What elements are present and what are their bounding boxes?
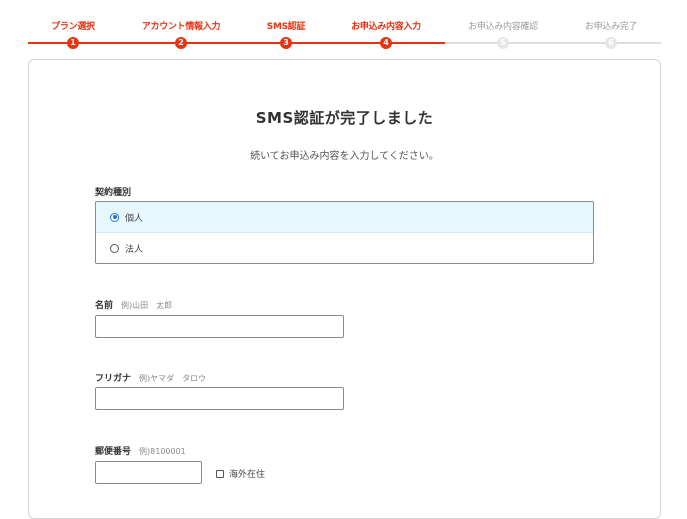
step-label-complete: お申込み完了 xyxy=(584,22,638,32)
postal-code-input[interactable] xyxy=(95,461,202,484)
contract-type-label: 契約種別 xyxy=(95,188,132,198)
contract-type-radio-group: 個人 法人 xyxy=(95,201,594,264)
radio-option-individual[interactable]: 個人 xyxy=(96,202,593,233)
furigana-hint: 例)ヤマダ タロウ xyxy=(139,374,207,383)
step-dot-5: 5 xyxy=(497,37,509,49)
step-label-input: お申込み内容入力 xyxy=(351,22,421,32)
step-dot-3: 3 xyxy=(280,37,292,49)
name-hint: 例)山田 太郎 xyxy=(121,301,173,310)
step-dot-1: 1 xyxy=(67,37,79,49)
furigana-input[interactable] xyxy=(95,387,344,410)
postal-code-label: 郵便番号 例)8100001 xyxy=(95,444,186,457)
furigana-label: フリガナ 例)ヤマダ タロウ xyxy=(95,371,206,384)
radio-option-label: 法人 xyxy=(125,245,144,255)
name-input[interactable] xyxy=(95,315,344,338)
step-dot-6: 6 xyxy=(605,37,617,49)
step-dot-2: 2 xyxy=(175,37,187,49)
page-subtitle: 続いてお申込み内容を入力してください。 xyxy=(250,151,439,162)
checkbox-icon[interactable] xyxy=(216,469,224,478)
radio-unchecked-icon[interactable] xyxy=(110,244,119,253)
radio-option-corporation[interactable]: 法人 xyxy=(96,233,593,263)
progress-stepper: プラン選択 アカウント情報入力 SMS認証 お申込み内容入力 お申込み内容確認 … xyxy=(0,0,687,56)
radio-option-label: 個人 xyxy=(125,213,144,224)
furigana-label-text: フリガナ xyxy=(95,374,132,384)
step-dot-4: 4 xyxy=(380,37,392,49)
radio-checked-icon[interactable] xyxy=(110,212,119,222)
form-card: SMS認証が完了しました 続いてお申込み内容を入力してください。 契約種別 個人… xyxy=(28,59,661,519)
overseas-checkbox-label: 海外在住 xyxy=(229,470,266,480)
name-label: 名前 例)山田 太郎 xyxy=(95,298,172,311)
postal-code-label-text: 郵便番号 xyxy=(95,447,132,457)
page-title: SMS認証が完了しました xyxy=(255,109,434,127)
name-label-text: 名前 xyxy=(95,301,114,311)
overseas-checkbox-option[interactable]: 海外在住 xyxy=(216,467,265,480)
postal-code-hint: 例)8100001 xyxy=(139,447,186,456)
step-line-remaining xyxy=(445,42,661,44)
